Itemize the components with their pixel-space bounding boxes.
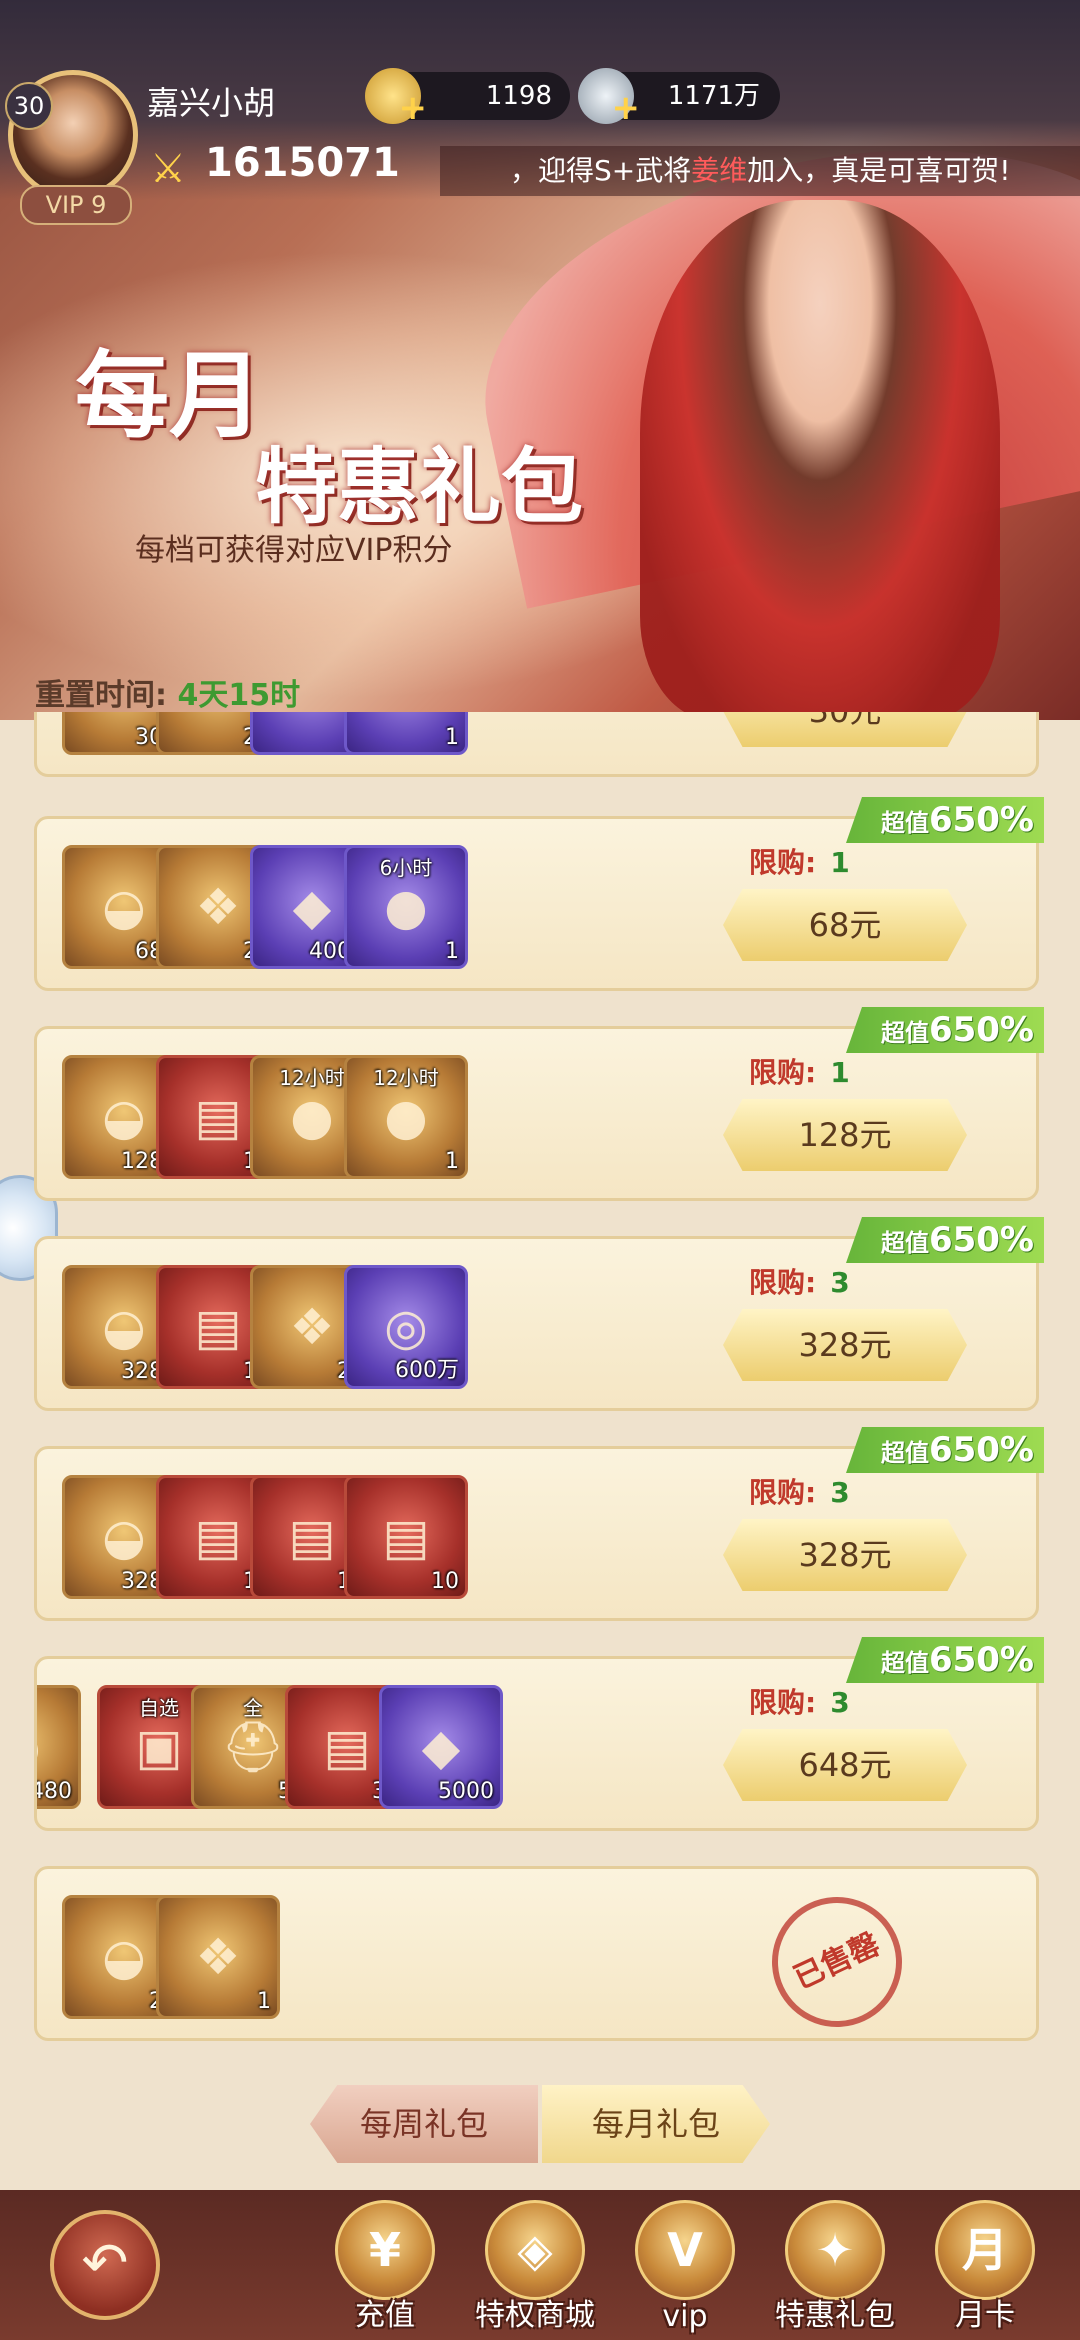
combat-power: 1615071: [205, 140, 400, 186]
gold-ingot-add-icon[interactable]: +: [365, 68, 427, 128]
marquee-text-2: 加入，真是可喜可贺!: [747, 154, 1011, 187]
pack-card: 超值650% ◒3280 ▤10 ▤10 ▤10 限购:3 328元: [34, 1427, 1044, 1621]
value-badge: 超值650%: [846, 1427, 1044, 1473]
reset-value: 4天15时: [177, 678, 301, 713]
purchase-limit: 限购: 1: [749, 1056, 850, 1089]
announcement-marquee: ，迎得S+武将姜维加入，真是可喜可贺!: [440, 146, 1080, 196]
character-art: [640, 200, 1000, 720]
username: 嘉兴小胡: [147, 84, 276, 122]
banner-title-1: 每月: [75, 341, 264, 451]
pack-card: ◒20 ❖1 已售罄: [34, 1866, 1039, 2049]
purchase-limit: 限购: 3: [749, 1476, 850, 1509]
pack-card: 超值650% ◒480 自选▣1 全⛑50 ▤30 ◆5000 限购:3 648…: [34, 1637, 1044, 1834]
silver-amount: 1171万: [667, 81, 760, 111]
item-scroller[interactable]: ◒480 自选▣1 全⛑50 ▤30 ◆5000: [37, 1659, 687, 1834]
marquee-highlight: 姜维: [691, 154, 748, 187]
item-silver-coin[interactable]: ◎ 600万: [344, 1265, 468, 1389]
purchase-limit: 限购: 3: [749, 1686, 850, 1719]
purchase-limit: 限购: 1: [749, 846, 850, 879]
back-arrow-icon[interactable]: ↶: [50, 2210, 160, 2320]
value-badge: 超值650%: [846, 1637, 1044, 1683]
nav-privilege-shop[interactable]: ◈ 特权商城: [460, 2190, 610, 2340]
item-gold-ingot[interactable]: ◒480: [37, 1685, 81, 1809]
purchase-limit: 限购: 3: [749, 1266, 850, 1299]
sold-out-stamp: 已售罄: [750, 1875, 924, 2049]
item-red-scroll[interactable]: ▤10: [344, 1475, 468, 1599]
nav-month-card[interactable]: 月 月卡: [910, 2190, 1060, 2340]
nav-special-pack[interactable]: ✦ 特惠礼包: [760, 2190, 910, 2340]
value-badge: 超值650%: [846, 797, 1044, 843]
banner-subtitle: 每档可获得对应VIP积分: [135, 533, 453, 568]
value-badge: 超值650%: [846, 1217, 1044, 1263]
item-coins-bag[interactable]: 12小时 ● 1: [344, 1055, 468, 1179]
reset-timer: 重置时间: 4天15时: [35, 670, 300, 714]
pack-list[interactable]: 300 20 1 1 30元 超值650% ◒680 ❖20 ◆4000 6小时…: [24, 712, 1044, 2057]
buy-button[interactable]: 328元: [723, 1519, 967, 1591]
pack-card: 超值650% ◒1280 ▤10 12小时●1 12小时●1 限购:1 128元: [34, 1007, 1044, 1201]
month-card-icon: 月: [935, 2200, 1035, 2300]
buy-button[interactable]: 128元: [723, 1099, 967, 1171]
pack-card: 超值650% ◒3280 ▤10 ❖20 ◎600万 限购:3 328元: [34, 1217, 1044, 1411]
item-purple-gem[interactable]: ◆ 5000: [379, 1685, 503, 1809]
buy-button[interactable]: 648元: [723, 1729, 967, 1801]
marquee-text-1: ，迎得S+武将: [510, 154, 692, 187]
tab-weekly[interactable]: 每周礼包: [310, 2085, 538, 2163]
nav-recharge[interactable]: ¥ 充值: [310, 2190, 460, 2340]
banner-title-2: 特惠礼包: [255, 439, 584, 535]
item-token[interactable]: ❖ 1: [156, 1895, 280, 2019]
buy-button[interactable]: 328元: [723, 1309, 967, 1381]
value-badge: 超值650%: [846, 1007, 1044, 1053]
level-badge: 30: [5, 82, 53, 130]
item-coins-bag[interactable]: 1: [344, 712, 468, 755]
silver-coin-add-icon[interactable]: +: [578, 68, 640, 128]
pack-card: 超值650% ◒680 ❖20 ◆4000 6小时●1 限购:1 68元: [34, 797, 1044, 991]
tab-monthly[interactable]: 每月礼包: [542, 2085, 770, 2163]
reset-label: 重置时间:: [35, 678, 167, 713]
crossed-swords-icon: ⚔: [150, 146, 186, 192]
nav-vip[interactable]: V vip: [610, 2190, 760, 2340]
gift-chest-icon: ✦: [785, 2200, 885, 2300]
pack-card: 300 20 1 1 30元: [34, 712, 1039, 777]
buy-button[interactable]: 68元: [723, 889, 967, 961]
treasure-chest-icon: ¥: [335, 2200, 435, 2300]
shop-icon: ◈: [485, 2200, 585, 2300]
gold-amount: 1198: [485, 81, 552, 111]
buy-button[interactable]: 30元: [723, 712, 967, 747]
vip-badge: VIP 9: [20, 185, 132, 225]
item-exp-bag[interactable]: 6小时 ● 1: [344, 845, 468, 969]
pack-tabs: 每周礼包 每月礼包: [310, 2085, 770, 2163]
vip-icon: V: [635, 2200, 735, 2300]
